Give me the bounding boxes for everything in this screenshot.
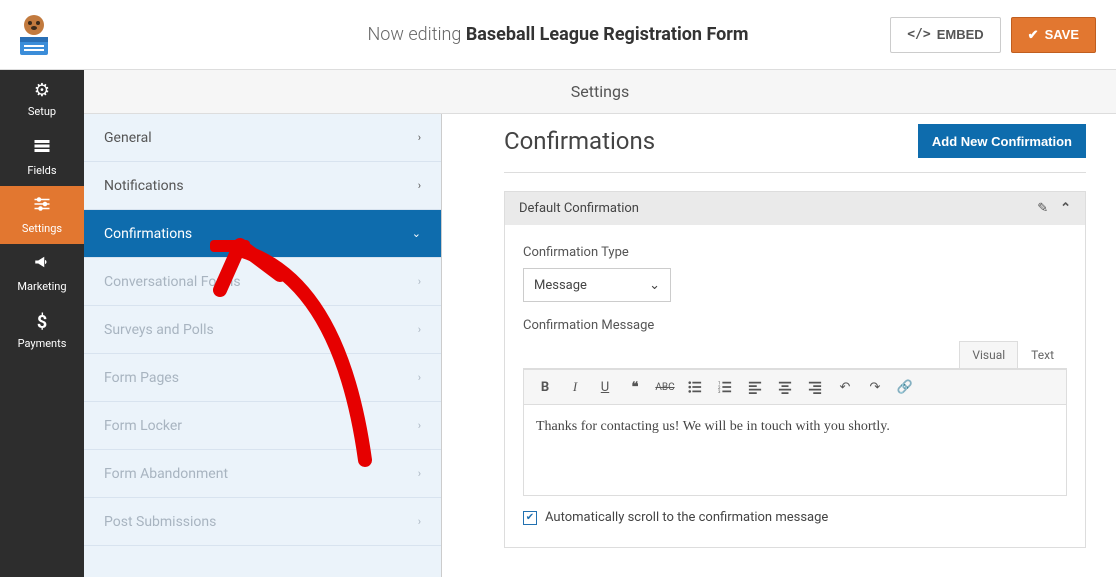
align-center-icon[interactable] [772, 374, 798, 400]
sidebar-item-post-submissions[interactable]: Post Submissions› [84, 498, 441, 546]
chevron-right-icon: › [418, 419, 421, 432]
nav-label: Settings [22, 222, 62, 235]
check-icon: ✔ [1028, 27, 1039, 43]
nav-label: Setup [28, 105, 56, 118]
left-nav: ⚙ Setup Fields Settings Marketing $ Paym… [0, 70, 84, 577]
content-area: Confirmations Add New Confirmation Defau… [442, 70, 1116, 577]
align-right-icon[interactable] [802, 374, 828, 400]
numbered-list-icon[interactable]: 123 [712, 374, 738, 400]
italic-icon[interactable]: I [562, 374, 588, 400]
confirmation-message-label: Confirmation Message [523, 318, 1067, 333]
dollar-icon: $ [37, 312, 47, 333]
chevron-up-icon[interactable]: ⌃ [1060, 201, 1071, 216]
bullhorn-icon [33, 253, 51, 276]
settings-title-bar: Settings [84, 70, 1116, 114]
add-confirmation-button[interactable]: Add New Confirmation [918, 124, 1086, 158]
autoscroll-checkbox-row[interactable]: ✔ Automatically scroll to the confirmati… [523, 510, 1067, 525]
chevron-right-icon: › [418, 515, 421, 528]
rich-text-editor: B I U ❝ ABC 123 ↶ ↷ 🔗 Thanks f [523, 368, 1067, 496]
save-button[interactable]: ✔ SAVE [1011, 17, 1096, 53]
top-bar: Now editing Baseball League Registration… [0, 0, 1116, 70]
app-logo [10, 11, 58, 59]
bold-icon[interactable]: B [532, 374, 558, 400]
editing-label: Now editing Baseball League Registration… [368, 24, 749, 45]
sidebar-item-confirmations[interactable]: Confirmations⌄ [84, 210, 441, 258]
autoscroll-label: Automatically scroll to the confirmation… [545, 510, 828, 525]
bullet-list-icon[interactable] [682, 374, 708, 400]
embed-button[interactable]: </> EMBED [890, 17, 1000, 53]
confirmation-type-label: Confirmation Type [523, 245, 1067, 260]
blockquote-icon[interactable]: ❝ [622, 374, 648, 400]
strikethrough-icon[interactable]: ABC [652, 374, 678, 400]
chevron-right-icon: › [418, 131, 421, 144]
editor-toolbar: B I U ❝ ABC 123 ↶ ↷ 🔗 [524, 369, 1066, 405]
nav-marketing[interactable]: Marketing [0, 244, 84, 302]
chevron-right-icon: › [418, 179, 421, 192]
sidebar-item-general[interactable]: General› [84, 114, 441, 162]
nav-label: Payments [18, 337, 67, 350]
chevron-down-icon: ⌄ [649, 278, 660, 293]
sidebar-item-form-locker[interactable]: Form Locker› [84, 402, 441, 450]
editor-tab-text[interactable]: Text [1018, 341, 1067, 368]
chevron-right-icon: › [418, 371, 421, 384]
settings-title: Settings [571, 82, 629, 101]
chevron-right-icon: › [418, 275, 421, 288]
svg-text:3: 3 [718, 390, 721, 394]
editor-tab-visual[interactable]: Visual [959, 341, 1018, 368]
gear-icon: ⚙ [34, 80, 50, 101]
link-icon[interactable]: 🔗 [892, 374, 918, 400]
confirmation-type-select[interactable]: Message ⌄ [523, 268, 671, 302]
nav-payments[interactable]: $ Payments [0, 302, 84, 360]
nav-fields[interactable]: Fields [0, 128, 84, 186]
editor-textarea[interactable]: Thanks for contacting us! We will be in … [524, 405, 1066, 495]
chevron-down-icon: ⌄ [412, 227, 421, 240]
nav-label: Marketing [17, 280, 66, 293]
confirmation-panel: Default Confirmation ✎ ⌃ Confirmation Ty… [504, 191, 1086, 548]
pencil-icon[interactable]: ✎ [1037, 201, 1048, 216]
list-icon [33, 137, 51, 160]
editing-prefix: Now editing [368, 24, 462, 45]
nav-setup[interactable]: ⚙ Setup [0, 70, 84, 128]
underline-icon[interactable]: U [592, 374, 618, 400]
redo-icon[interactable]: ↷ [862, 374, 888, 400]
sidebar-item-notifications[interactable]: Notifications› [84, 162, 441, 210]
chevron-right-icon: › [418, 467, 421, 480]
page-title: Confirmations [504, 127, 655, 155]
confirmation-panel-title: Default Confirmation [519, 201, 639, 216]
align-left-icon[interactable] [742, 374, 768, 400]
checkbox-checked-icon[interactable]: ✔ [523, 511, 537, 525]
form-name: Baseball League Registration Form [466, 24, 749, 45]
sidebar-item-form-pages[interactable]: Form Pages› [84, 354, 441, 402]
sidebar-item-surveys-polls[interactable]: Surveys and Polls› [84, 306, 441, 354]
sidebar-item-form-abandonment[interactable]: Form Abandonment› [84, 450, 441, 498]
nav-label: Fields [27, 164, 56, 177]
code-icon: </> [907, 27, 930, 42]
undo-icon[interactable]: ↶ [832, 374, 858, 400]
sidebar-item-conversational-forms[interactable]: Conversational Forms› [84, 258, 441, 306]
chevron-right-icon: › [418, 323, 421, 336]
sliders-icon [33, 195, 51, 218]
nav-settings[interactable]: Settings [0, 186, 84, 244]
settings-subpanel: General› Notifications› Confirmations⌄ C… [84, 70, 442, 577]
confirmation-panel-header[interactable]: Default Confirmation ✎ ⌃ [505, 192, 1085, 225]
